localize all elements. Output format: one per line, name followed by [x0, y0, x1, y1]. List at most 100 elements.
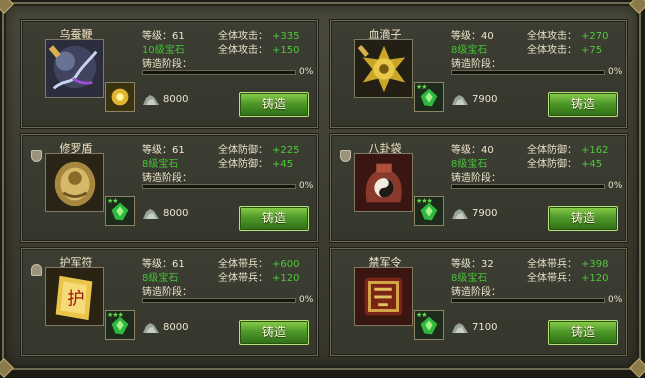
- gem-requirement: 8级宝石: [142, 273, 179, 284]
- stat-label: 全体攻击：: [527, 45, 577, 56]
- equipment-card-bagua-bag: 八卦袋 ★★★ 等级：40 全体防御： +162 8级宝石 全体防御： +45 铸造…: [330, 134, 627, 242]
- forge-progress-bar: [142, 298, 296, 303]
- green-gem-icon: ★★: [414, 82, 444, 112]
- level-text: 等级：32: [451, 255, 494, 270]
- stat-value: +120: [581, 273, 609, 284]
- forge-cost: 8000: [163, 208, 189, 219]
- stat-label: 全体带兵：: [527, 273, 577, 284]
- corner-ornament: [0, 0, 14, 14]
- stat-line-2: 全体防御： +45: [218, 155, 293, 170]
- equipment-card-blood-drop: 血滴子 ★★ 等级：40 全体攻击： +270 8级宝石 全体攻击： +75 铸造阶…: [330, 20, 627, 128]
- ore-icon: [452, 209, 468, 219]
- level-text: 等级：61: [142, 255, 185, 270]
- whip-icon[interactable]: [45, 39, 104, 98]
- equipment-grid: 乌蚕鞭 等级：61 全体攻击： +335 10级宝石 全体攻击： +150 铸造阶段…: [21, 20, 631, 356]
- stat-line-2: 全体攻击： +150: [218, 41, 299, 56]
- forge-cost: 8000: [163, 322, 189, 333]
- gem-stars: ★★: [416, 311, 428, 319]
- gem-requirement: 8级宝石: [451, 273, 488, 284]
- forge-button[interactable]: 铸造: [239, 206, 309, 231]
- forge-cost: 7900: [472, 208, 498, 219]
- forge-stage-label: 铸造阶段：: [451, 173, 501, 184]
- forge-progress-bar: [451, 70, 605, 75]
- talisman-icon[interactable]: 护: [45, 267, 104, 326]
- gold-gem-icon: [105, 82, 135, 112]
- stat-label: 全体带兵：: [218, 273, 268, 284]
- forge-stage-label: 铸造阶段：: [451, 59, 501, 70]
- stat-line-1: 全体带兵： +398: [527, 255, 608, 270]
- progress-percent: 0%: [299, 295, 314, 305]
- forge-progress-bar: [451, 184, 605, 189]
- forge-progress-bar: [451, 298, 605, 303]
- stat-line-1: 全体攻击： +335: [218, 27, 299, 42]
- stat-line-1: 全体带兵： +600: [218, 255, 299, 270]
- level-text: 等级：40: [451, 141, 494, 156]
- corner-ornament: [629, 0, 645, 14]
- ore-icon: [452, 323, 468, 333]
- stat-value: +150: [272, 45, 300, 56]
- progress-percent: 0%: [608, 295, 623, 305]
- forge-cost: 8000: [163, 94, 189, 105]
- equipment-card-shield: 修罗盾 ★★ 等级：61 全体防御： +225 8级宝石 全体防御： +45 铸造阶…: [21, 134, 318, 242]
- gem-requirement: 10级宝石: [142, 45, 185, 56]
- gem-stars: ★★: [107, 197, 119, 205]
- stat-value: +45: [581, 159, 603, 170]
- level-text: 等级：61: [142, 27, 185, 42]
- stat-line-2: 全体防御： +45: [527, 155, 602, 170]
- command-token-icon[interactable]: [354, 267, 413, 326]
- svg-text:护: 护: [67, 290, 84, 310]
- stat-line-1: 全体防御： +162: [527, 141, 608, 156]
- forge-progress-bar: [142, 70, 296, 75]
- stat-line-2: 全体攻击： +75: [527, 41, 602, 56]
- blood-drop-weapon-icon[interactable]: [354, 39, 413, 98]
- forge-stage-label: 铸造阶段：: [142, 173, 192, 184]
- gem-stars: ★★★: [416, 197, 433, 205]
- green-gem-icon: ★★: [105, 196, 135, 226]
- green-gem-icon: ★★★: [414, 196, 444, 226]
- green-gem-icon: ★★★: [105, 310, 135, 340]
- gem-stars: ★★: [416, 83, 428, 91]
- stat-line-2: 全体带兵： +120: [218, 269, 299, 284]
- level-text: 等级：40: [451, 27, 494, 42]
- progress-percent: 0%: [608, 67, 623, 77]
- forge-stage-label: 铸造阶段：: [142, 287, 192, 298]
- forge-stage-label: 铸造阶段：: [142, 59, 192, 70]
- equipment-card-command-token: 禁军令 ★★ 等级：32 全体带兵： +398 8级宝石 全体带兵： +120 铸造…: [330, 248, 627, 356]
- forge-button[interactable]: 铸造: [239, 92, 309, 117]
- stat-line-1: 全体攻击： +270: [527, 27, 608, 42]
- stat-value: +120: [272, 273, 300, 284]
- equipment-card-whip: 乌蚕鞭 等级：61 全体攻击： +335 10级宝石 全体攻击： +150 铸造阶段…: [21, 20, 318, 128]
- progress-percent: 0%: [299, 181, 314, 191]
- forge-cost: 7100: [472, 322, 498, 333]
- ore-icon: [143, 323, 159, 333]
- stat-value: +75: [581, 45, 603, 56]
- stat-label: 全体防御：: [527, 159, 577, 170]
- gem-requirement: 8级宝石: [451, 45, 488, 56]
- forge-progress-bar: [142, 184, 296, 189]
- progress-percent: 0%: [299, 67, 314, 77]
- forge-button[interactable]: 铸造: [239, 320, 309, 345]
- gem-requirement: 8级宝石: [451, 159, 488, 170]
- forge-button[interactable]: 铸造: [548, 92, 618, 117]
- level-text: 等级：61: [142, 141, 185, 156]
- green-gem-icon: ★★: [414, 310, 444, 340]
- stat-label: 全体攻击：: [218, 45, 268, 56]
- corner-ornament: [629, 358, 645, 378]
- stat-label: 全体防御：: [218, 159, 268, 170]
- forge-button[interactable]: 铸造: [548, 206, 618, 231]
- ore-icon: [452, 95, 468, 105]
- forge-button[interactable]: 铸造: [548, 320, 618, 345]
- ore-icon: [143, 95, 159, 105]
- forge-stage-label: 铸造阶段：: [451, 287, 501, 298]
- equipment-card-talisman: 护军符 护 ★★★ 等级：61 全体带兵： +600 8级宝石 全体带兵： +120…: [21, 248, 318, 356]
- stat-value: +45: [272, 159, 294, 170]
- ore-icon: [143, 209, 159, 219]
- shield-icon[interactable]: [45, 153, 104, 212]
- bagua-bag-icon[interactable]: [354, 153, 413, 212]
- forge-cost: 7900: [472, 94, 498, 105]
- gem-requirement: 8级宝石: [142, 159, 179, 170]
- gem-stars: ★★★: [107, 311, 124, 319]
- progress-percent: 0%: [608, 181, 623, 191]
- stat-line-2: 全体带兵： +120: [527, 269, 608, 284]
- stat-line-1: 全体防御： +225: [218, 141, 299, 156]
